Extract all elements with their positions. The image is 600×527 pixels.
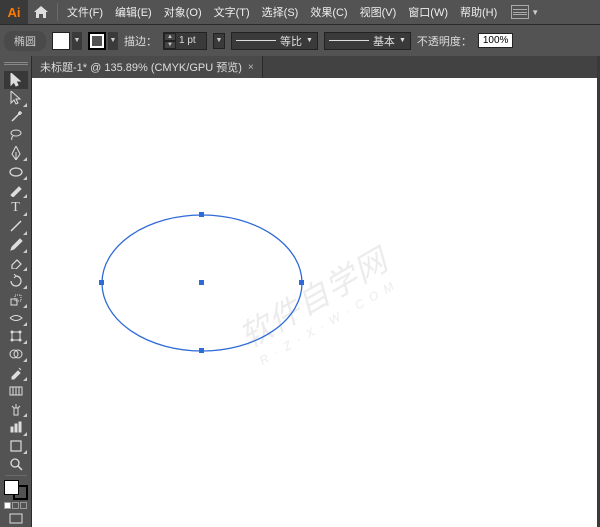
magic-wand-tool[interactable] xyxy=(4,108,28,126)
variable-width-profile[interactable]: 等比 ▼ xyxy=(231,32,318,50)
fill-stroke-chips[interactable] xyxy=(4,480,28,500)
scale-tool[interactable] xyxy=(4,290,28,308)
opacity-label: 不透明度： xyxy=(417,33,472,49)
selection-tool[interactable] xyxy=(4,71,28,89)
arrow-down-icon[interactable]: ▼ xyxy=(164,41,176,49)
artboard-tool[interactable] xyxy=(4,437,28,455)
symbol-sprayer-tool[interactable] xyxy=(4,400,28,418)
chevron-down-icon[interactable]: ▼ xyxy=(72,32,82,50)
pen-tool[interactable] xyxy=(4,144,28,162)
brush-definition[interactable]: 基本 ▼ xyxy=(324,32,411,50)
type-tool[interactable]: T xyxy=(4,199,28,217)
gradient-mode-icon xyxy=(12,502,19,509)
panel-grip-icon[interactable] xyxy=(4,62,28,67)
color-mode-row[interactable] xyxy=(4,502,27,509)
document-tab[interactable]: 未标题-1* @ 135.89% (CMYK/GPU 预览) × xyxy=(32,56,263,78)
color-mode-icon xyxy=(4,502,11,509)
brush-line-icon xyxy=(329,40,369,41)
chevron-down-icon[interactable]: ▼ xyxy=(213,33,225,49)
document-tab-bar: 未标题-1* @ 135.89% (CMYK/GPU 预览) × xyxy=(32,56,600,78)
menu-bar: Ai 文件(F) 编辑(E) 对象(O) 文字(T) 选择(S) 效果(C) 视… xyxy=(0,0,600,24)
chevron-down-icon[interactable]: ▼ xyxy=(108,32,118,50)
fill-color-icon xyxy=(52,32,70,50)
zoom-tool[interactable] xyxy=(4,455,28,473)
menu-file[interactable]: 文件(F) xyxy=(61,4,109,20)
menu-window[interactable]: 窗口(W) xyxy=(402,4,454,20)
brush-label: 基本 xyxy=(373,33,395,49)
menu-object[interactable]: 对象(O) xyxy=(158,4,208,20)
artwork-ellipse[interactable] xyxy=(32,78,600,527)
menu-help[interactable]: 帮助(H) xyxy=(454,4,503,20)
eraser-tool[interactable] xyxy=(4,254,28,272)
divider xyxy=(5,475,27,476)
rotate-tool[interactable] xyxy=(4,272,28,290)
chevron-down-icon: ▼ xyxy=(306,37,313,44)
stroke-weight-value: 1 pt xyxy=(176,35,206,46)
line-tool[interactable] xyxy=(4,217,28,235)
menu-view[interactable]: 视图(V) xyxy=(354,4,403,20)
stroke-label: 描边： xyxy=(124,33,157,49)
none-mode-icon xyxy=(20,502,27,509)
eyedropper-tool[interactable] xyxy=(4,363,28,381)
close-icon[interactable]: × xyxy=(248,62,254,73)
app-logo: Ai xyxy=(0,0,28,24)
ellipse-tool[interactable] xyxy=(4,162,28,180)
lasso-tool[interactable] xyxy=(4,126,28,144)
direct-selection-tool[interactable] xyxy=(4,89,28,107)
chevron-down-icon[interactable]: ▼ xyxy=(531,8,539,17)
profile-line-icon xyxy=(236,40,276,41)
paintbrush-tool[interactable] xyxy=(4,181,28,199)
fill-swatch[interactable]: ▼ xyxy=(52,32,82,50)
tools-panel: T xyxy=(0,56,32,527)
menu-select[interactable]: 选择(S) xyxy=(256,4,305,20)
document-tab-title: 未标题-1* @ 135.89% (CMYK/GPU 预览) xyxy=(40,59,242,75)
arrow-up-icon[interactable]: ▲ xyxy=(164,33,176,41)
document-area: 未标题-1* @ 135.89% (CMYK/GPU 预览) × 软件自学网 R… xyxy=(32,56,600,527)
stroke-swatch[interactable]: ▼ xyxy=(88,32,118,50)
menu-type[interactable]: 文字(T) xyxy=(208,4,256,20)
home-icon[interactable] xyxy=(28,6,54,18)
chevron-down-icon: ▼ xyxy=(399,37,406,44)
options-bar: 椭圆 ▼ ▼ 描边： ▲▼ 1 pt ▼ 等比 ▼ 基本 ▼ 不透明度： 100… xyxy=(0,24,600,56)
pencil-tool[interactable] xyxy=(4,236,28,254)
canvas[interactable]: 软件自学网 R · Z · X · W · C O M xyxy=(32,78,600,527)
stroke-color-icon xyxy=(88,32,106,50)
gradient-tool[interactable] xyxy=(4,382,28,400)
fill-chip-icon xyxy=(4,480,19,495)
menu-edit[interactable]: 编辑(E) xyxy=(109,4,158,20)
stroke-weight-input[interactable]: ▲▼ 1 pt xyxy=(163,32,207,50)
column-graph-tool[interactable] xyxy=(4,418,28,436)
active-tool-label: 椭圆 xyxy=(4,31,46,51)
opacity-value[interactable]: 100% xyxy=(478,33,514,48)
free-transform-tool[interactable] xyxy=(4,327,28,345)
shape-builder-tool[interactable] xyxy=(4,345,28,363)
workspace-switcher-icon[interactable] xyxy=(511,5,529,19)
profile-label: 等比 xyxy=(280,33,302,49)
divider xyxy=(57,3,58,21)
width-tool[interactable] xyxy=(4,309,28,327)
menu-effect[interactable]: 效果(C) xyxy=(304,4,353,20)
screen-mode-button[interactable] xyxy=(4,512,28,527)
